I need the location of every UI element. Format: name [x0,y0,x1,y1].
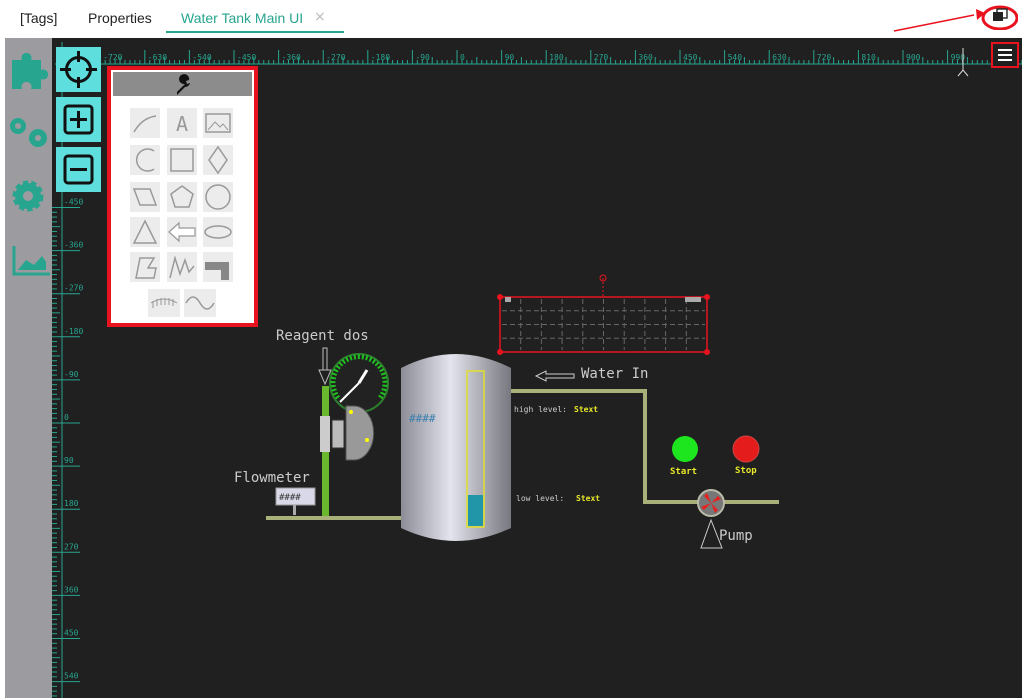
ruler-label: -90 [64,370,79,379]
ruler-label: 450 [683,53,698,62]
ruler-label: 270 [64,542,79,551]
ruler-label: 180 [64,499,79,508]
menu-button[interactable] [991,42,1019,68]
gear-icon[interactable] [12,180,44,212]
pressure-gauge[interactable] [329,353,389,413]
water-tank[interactable]: #### [401,354,511,541]
flowmeter-label: Flowmeter [234,470,310,486]
ruler-label: 0 [460,53,465,62]
ruler-label: 360 [64,585,79,594]
ruler-label: 720 [817,53,832,62]
ruler-label: -180 [64,327,83,336]
water-in-arrow-icon [534,370,575,382]
shape-palette: A [107,66,258,327]
area-chart-icon[interactable] [12,246,50,276]
menu-icon [998,49,1012,61]
low-level-value: Stext [576,494,600,503]
reagent-label: Reagent dos [276,328,369,344]
reagent-arrow-icon [318,347,332,386]
shape-circle[interactable] [203,182,233,212]
flowmeter-display[interactable]: #### [275,487,316,515]
crosshair-icon[interactable] [56,47,101,92]
stop-label: Stop [735,466,757,476]
editor-surface: -720 -630 -540 -450 -360 -270 -180 -90 0 90 180 270… [10,42,1022,698]
ruler-label: 180 [549,53,564,62]
ruler-label: -270 [326,53,345,62]
high-level-label: high level: [514,405,567,414]
stop-button[interactable] [732,435,760,463]
ruler-label: -630 [148,53,167,62]
shape-ellipse[interactable] [203,217,233,247]
low-level-label: low level: [516,494,564,503]
gears-icon[interactable] [10,118,47,147]
ruler-label: 0 [64,413,69,422]
shape-polyline[interactable] [167,252,197,282]
start-label: Start [670,467,697,477]
ruler-label: -360 [64,241,83,250]
shape-parallelogram[interactable] [130,182,160,212]
ruler-label: 540 [728,53,743,62]
ruler-label: -360 [282,53,301,62]
start-button[interactable] [672,436,698,462]
ruler-label: -90 [415,53,430,62]
shape-polygon[interactable] [130,252,160,282]
ruler-label: -450 [237,53,256,62]
ruler-label: -720 [103,53,122,62]
water-in-label: Water In [581,366,648,382]
shape-scale[interactable] [148,289,180,317]
flowmeter-value: #### [279,493,301,503]
ruler-label: 810 [861,53,876,62]
ruler-label: 90 [64,456,74,465]
selected-grid-widget[interactable] [497,274,710,355]
ruler-label: 450 [64,629,79,638]
shape-arc[interactable] [130,145,160,175]
ruler-label: 540 [64,672,79,681]
svg-text:A: A [176,112,188,136]
ruler-label: 270 [594,53,609,62]
tank-level-bar [468,495,483,526]
puzzle-icon[interactable] [12,52,49,89]
zoom-out-icon[interactable] [56,147,101,192]
ruler-label: 360 [638,53,653,62]
ruler-label: 630 [772,53,787,62]
shape-arrow[interactable] [167,217,197,247]
shape-image[interactable] [203,108,233,138]
shape-pentagon[interactable] [167,182,197,212]
ruler-label: -180 [371,53,390,62]
shape-diamond[interactable] [203,145,233,175]
pump-label: Pump [719,528,753,544]
shape-rectangle[interactable] [167,145,197,175]
ruler-label: 90 [505,53,515,62]
ruler-label: -450 [64,198,83,207]
ruler-label: 900 [906,53,921,62]
tank-value: #### [409,412,436,425]
shape-curve[interactable] [130,108,160,138]
shape-pipe[interactable] [203,252,233,282]
ruler-label: -270 [64,284,83,293]
inlet-pipe [266,516,406,520]
zoom-in-icon[interactable] [56,97,101,142]
shape-wave[interactable] [184,289,216,317]
shape-text[interactable]: A [167,108,197,138]
ruler-label: -540 [192,53,211,62]
high-level-value: Stext [574,405,598,414]
shape-triangle[interactable] [130,217,160,247]
